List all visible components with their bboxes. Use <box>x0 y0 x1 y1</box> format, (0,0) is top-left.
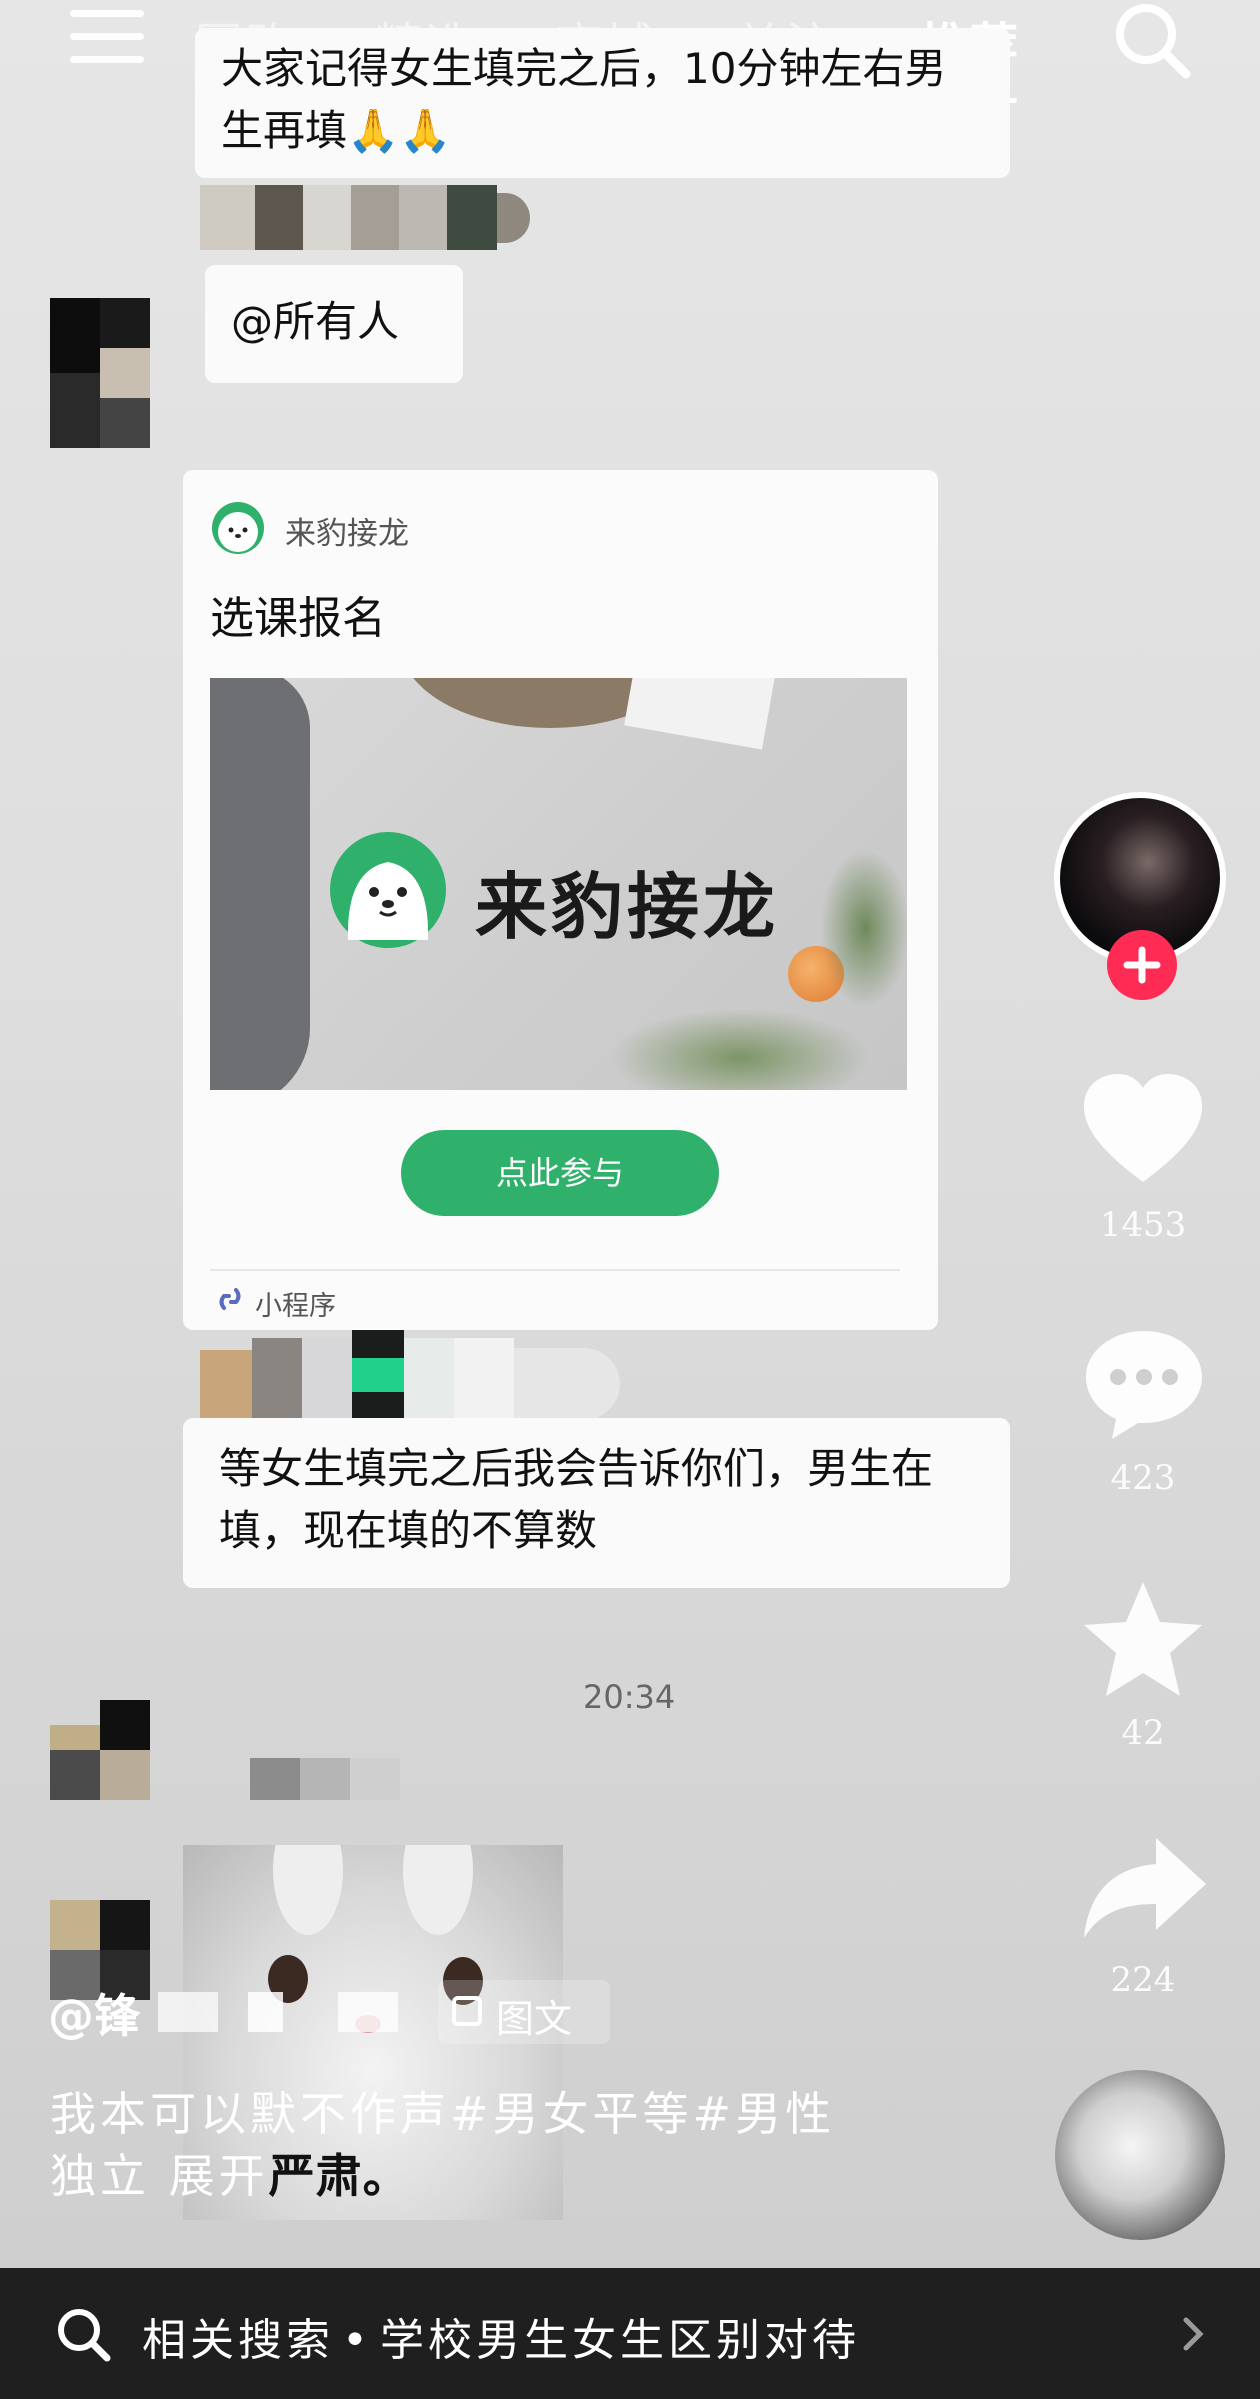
laibao-logo-icon <box>210 500 266 556</box>
banner-cloth-decoration <box>210 678 310 1090</box>
comment-icon[interactable] <box>1082 1325 1206 1443</box>
chat-message-text: @所有人 <box>231 297 400 346</box>
caption-line-expand[interactable]: 独立 展开严肃。 <box>50 2145 950 2207</box>
card-title: 选课报名 <box>210 593 386 644</box>
sticker-overlay-text: 严肃。 <box>268 2149 410 2203</box>
chat-message-text: 大家记得女生填完之后，10分钟左右男生再填🙏🙏 <box>221 44 947 155</box>
search-icon[interactable] <box>1112 0 1192 80</box>
redacted-name-mosaic <box>200 185 530 250</box>
banner-leaf-decoration <box>610 1008 870 1090</box>
caption-expand-text[interactable]: 独立 展开 <box>50 2149 269 2203</box>
redacted-name-mosaic <box>200 1330 620 1420</box>
banner-leaf-decoration <box>820 848 907 1008</box>
avatar <box>50 298 150 448</box>
post-type-badge: 图文 <box>438 1980 610 2044</box>
image-text-icon <box>452 1996 482 2026</box>
chat-timestamp: 20:34 <box>583 1678 676 1716</box>
rabbit-ear-decoration <box>403 1845 473 1935</box>
comment-count: 423 <box>1110 1458 1176 1498</box>
related-search-text: 相关搜索 • 学校男生女生区别对待 <box>142 2304 860 2368</box>
card-brand-name: 来豹接龙 <box>285 516 409 552</box>
related-search-bar[interactable]: 相关搜索 • 学校男生女生区别对待 <box>0 2268 1260 2399</box>
post-type-label: 图文 <box>496 1997 573 2041</box>
related-search-query: 学校男生女生区别对待 <box>379 2315 860 2366</box>
mini-program-label: 小程序 <box>255 1291 336 1322</box>
chat-message-bubble: 等女生填完之后我会告诉你们，男生在填，现在填的不算数 <box>183 1418 1010 1588</box>
favorite-count: 42 <box>1121 1713 1165 1753</box>
redacted-handle-mosaic <box>158 1992 448 2032</box>
like-count: 1453 <box>1099 1205 1187 1245</box>
avatar <box>50 1700 150 1800</box>
share-count: 224 <box>1110 1960 1176 2000</box>
like-heart-icon[interactable] <box>1080 1070 1206 1188</box>
mini-program-icon <box>215 1284 245 1314</box>
author-handle[interactable]: @锋 <box>48 1980 140 2046</box>
caption-line: 我本可以默不作声#男女平等#男性 <box>50 2087 836 2141</box>
search-icon <box>55 2306 111 2362</box>
seal-mascot-icon <box>328 830 448 950</box>
post-caption: 我本可以默不作声#男女平等#男性 独立 展开严肃。 <box>50 2083 950 2207</box>
banner-brand-text: 来豹接龙 <box>475 865 780 949</box>
chat-message-bubble: 大家记得女生填完之后，10分钟左右男生再填🙏🙏 <box>195 28 1010 178</box>
mini-program-card[interactable]: 来豹接龙 选课报名 来豹接龙 点此参与 小程序 <box>183 470 938 1330</box>
redacted-name-mosaic <box>250 1758 400 1800</box>
card-divider <box>210 1269 900 1271</box>
favorite-star-icon[interactable] <box>1080 1578 1206 1702</box>
related-search-prefix: 相关搜索 <box>142 2315 334 2366</box>
share-arrow-icon[interactable] <box>1080 1832 1210 1942</box>
follow-plus-icon[interactable] <box>1107 930 1177 1000</box>
card-banner-image: 来豹接龙 <box>210 678 907 1090</box>
chevron-right-icon <box>1178 2314 1208 2354</box>
join-button[interactable]: 点此参与 <box>401 1130 719 1216</box>
chat-message-bubble: @所有人 <box>205 265 463 383</box>
banner-paper-decoration <box>624 678 776 750</box>
post-author-row: @锋 图文 <box>48 1980 648 2044</box>
chat-message-text: 等女生填完之后我会告诉你们，男生在填，现在填的不算数 <box>219 1444 934 1555</box>
separator-dot: • <box>342 2315 372 2366</box>
rabbit-ear-decoration <box>273 1845 343 1935</box>
music-disc-avatar[interactable] <box>1055 2070 1225 2240</box>
